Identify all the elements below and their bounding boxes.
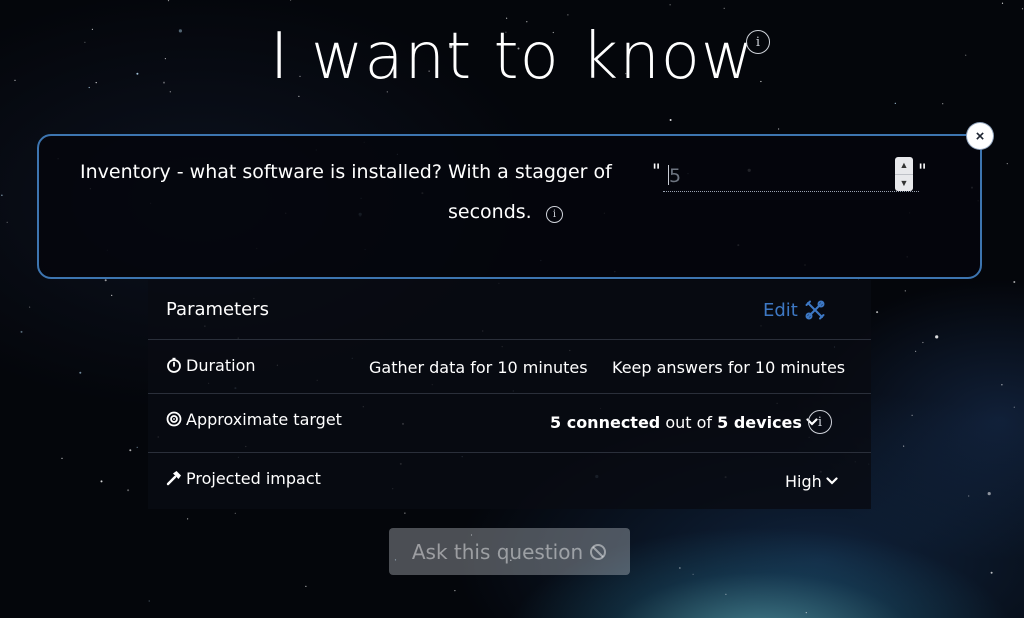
duration-label: Duration [186,356,256,375]
star [968,495,970,497]
star [725,593,727,595]
title-container: I want to know [0,14,1024,100]
impact-label-row: Projected impact [166,469,321,488]
star [723,7,725,9]
star [148,600,150,602]
ask-question-button[interactable]: Ask this question [389,528,630,575]
star [6,221,8,223]
no-entry-icon [590,543,607,560]
title-info-icon[interactable]: i [746,30,770,54]
star [79,371,82,374]
close-icon: × [975,127,985,145]
star [679,567,681,569]
star [1013,406,1015,408]
star [305,585,307,588]
tools-icon [805,300,825,320]
seconds-info-icon[interactable]: i [546,206,563,223]
impact-label: Projected impact [186,469,321,488]
star [111,294,113,296]
star [904,290,906,292]
keep-duration-value: Keep answers for 10 minutes [612,358,846,377]
divider [148,339,871,340]
star [987,492,991,496]
star [1001,2,1004,4]
stagger-input[interactable] [663,156,919,192]
star [1001,384,1003,386]
star [29,306,31,308]
star [669,4,671,6]
star [942,103,944,105]
star [1013,281,1016,283]
star [234,512,236,514]
star [136,446,138,448]
gather-duration-value: Gather data for 10 minutes [369,358,588,377]
star [990,571,993,574]
impact-value[interactable]: High [785,472,838,491]
star [454,590,456,592]
hammer-icon [166,471,181,486]
quote-close: " [918,160,927,182]
star [903,445,905,447]
star [100,480,103,483]
star [778,128,780,130]
star [187,518,189,520]
text-caret [668,165,669,185]
divider [148,452,871,453]
star [915,350,917,352]
star [129,449,132,452]
target-label-row: Approximate target [166,410,342,429]
target-icon [166,411,182,427]
stopwatch-icon [167,357,181,373]
edit-parameters-link[interactable]: Edit [763,299,826,321]
target-out-of: out of [660,413,718,432]
ask-button-label: Ask this question [411,539,584,564]
page-title: I want to know [269,20,755,94]
star [20,330,23,333]
star [894,102,896,104]
target-devices: 5 devices [717,413,802,432]
star [61,457,63,459]
star [922,341,924,344]
divider [148,393,871,394]
duration-label-row: Duration [166,356,256,375]
star [1,194,3,196]
stagger-stepper[interactable]: ▲ ▼ [895,157,913,191]
star [669,119,672,121]
star [805,612,807,614]
star [935,335,939,339]
close-question-button[interactable]: × [967,123,993,149]
star [404,512,406,514]
question-text-seconds: seconds. [448,201,532,223]
question-text: Inventory - what software is installed? … [80,161,612,183]
stepper-up-button[interactable]: ▲ [895,157,913,174]
star [1006,163,1008,165]
target-label: Approximate target [186,410,342,429]
chevron-down-icon[interactable] [826,476,838,486]
quote-open: " [652,160,661,182]
target-info-icon[interactable]: i [808,410,832,434]
star [911,414,913,416]
target-value[interactable]: 5 connected out of 5 devices [550,413,818,432]
impact-level: High [785,472,822,491]
star [692,573,694,575]
star [290,0,292,1]
parameters-header: Parameters [166,299,270,320]
star [127,489,130,492]
star [876,311,879,314]
stepper-down-button[interactable]: ▼ [895,173,913,192]
star [1021,8,1024,10]
target-connected: 5 connected [550,413,661,432]
star [104,279,107,282]
star [167,0,170,2]
edit-label: Edit [763,299,798,321]
